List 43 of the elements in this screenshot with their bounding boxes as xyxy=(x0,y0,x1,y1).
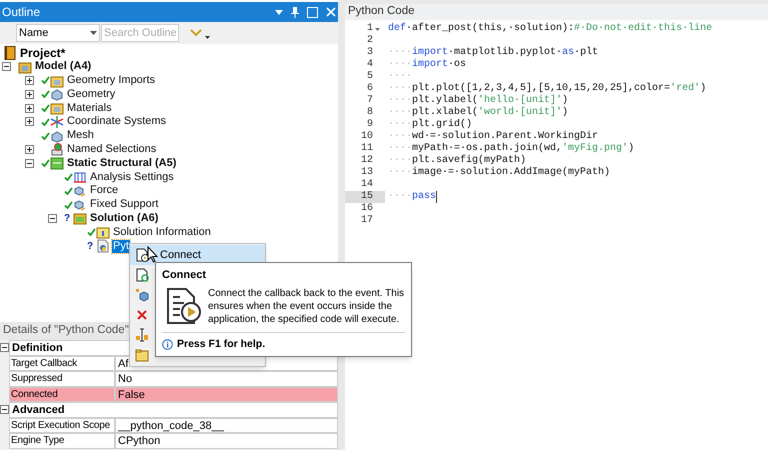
code-line: ····plt.ylabel('hello·[unit]') xyxy=(388,95,568,106)
status-mark: ? xyxy=(64,212,72,224)
code-line: ···· xyxy=(388,71,412,83)
line-number: 9 xyxy=(366,119,373,131)
line-number: 3 xyxy=(366,47,373,59)
property-name: Suppressed xyxy=(9,371,115,386)
code-line: ····wd·=·solution.Parent.WorkingDir xyxy=(388,131,598,142)
line-number: 15 xyxy=(360,191,373,203)
line-number: 16 xyxy=(360,203,373,215)
section-title: Advanced xyxy=(9,402,338,418)
line-number: 14 xyxy=(360,179,373,191)
code-line: ····plt.savefig(myPath) xyxy=(388,155,526,166)
code-line: def·after_post(this,·solution):#·Do·not·edit·this·line xyxy=(388,23,712,35)
property-name: Target Callback xyxy=(9,356,115,371)
status-mark: ? xyxy=(87,240,94,252)
code-line: ····image·=·solution.AddImage(myPath) xyxy=(388,167,610,179)
line-number: 11 xyxy=(360,143,373,155)
tooltip-text: Connect the callback back to the event. This ensures when the event occurs inside the application, the specified code will execute. xyxy=(208,286,405,326)
panel-title: Python Code xyxy=(348,4,414,20)
property-name: Connected xyxy=(9,386,115,402)
line-number: 13 xyxy=(360,167,373,179)
code-line: ····plt.grid() xyxy=(388,119,472,130)
panel-title: Outline xyxy=(2,4,40,21)
code-line: ····plt.plot([1,2,3,4,5],[5,10,15,20,25],color='red') xyxy=(388,83,706,94)
property-name: Engine Type xyxy=(9,433,115,448)
line-number: 1 xyxy=(366,23,373,35)
line-number: 12 xyxy=(360,155,373,167)
code-line: ····import·matplotlib.pyplot·as·plt xyxy=(388,47,598,58)
code-line: ····pass xyxy=(388,191,436,203)
panel-title: Details of "Python Code" xyxy=(3,323,129,338)
line-number: 4 xyxy=(366,59,373,71)
property-name: Script Execution Scope xyxy=(9,418,115,433)
tooltip-title: Connect xyxy=(162,268,207,283)
line-number: 8 xyxy=(366,107,373,119)
line-number: 5 xyxy=(366,71,373,83)
line-number: 7 xyxy=(366,95,373,107)
line-number: 2 xyxy=(366,35,373,47)
line-number: 17 xyxy=(360,215,373,227)
code-line: ····plt.xlabel('world·[unit]') xyxy=(388,107,568,118)
code-line: ····import·os xyxy=(388,59,466,71)
code-line: ····myPath·=·os.path.join(wd,'myFig.png') xyxy=(388,143,634,154)
line-number: 10 xyxy=(360,131,373,143)
line-number: 6 xyxy=(366,83,373,95)
